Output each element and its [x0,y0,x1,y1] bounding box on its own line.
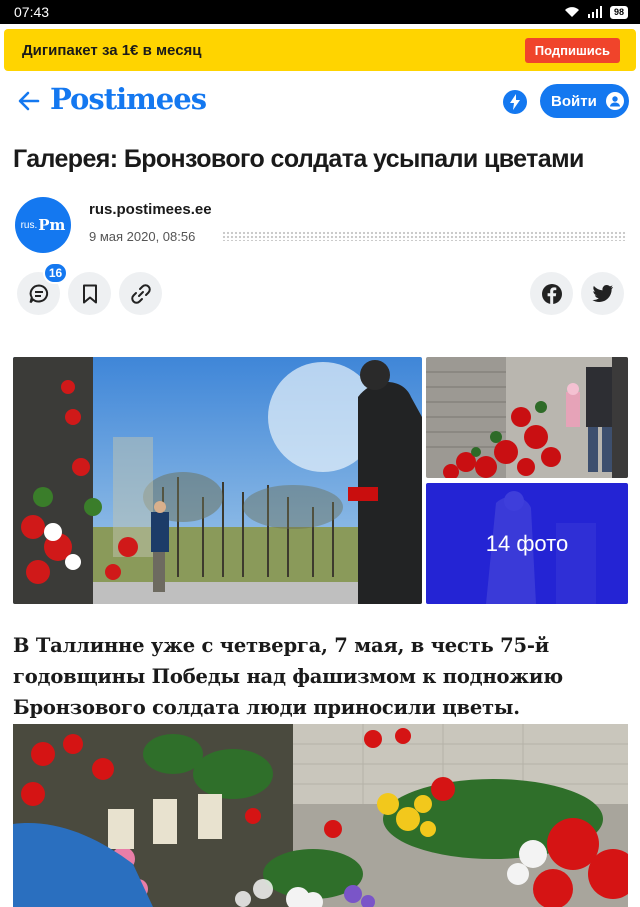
promo-banner[interactable]: Дигипакет за 1€ в месяц Подпишись [4,29,636,71]
article-title: Галерея: Бронзового солдата усыпали цвет… [13,145,584,173]
login-label: Войти [551,92,597,110]
dotted-divider [222,231,627,241]
promo-text: Дигипакет за 1€ в месяц [22,41,202,59]
source-avatar[interactable]: rus. Pm [15,197,71,253]
twitter-share-button[interactable] [581,272,624,315]
link-icon [130,283,151,304]
status-time: 07:43 [14,4,50,20]
login-button[interactable]: Войти [540,84,629,118]
photo-gallery[interactable]: 14 фото [13,357,628,604]
user-icon [605,92,624,110]
gallery-photo-main[interactable] [13,357,422,604]
copy-link-button[interactable] [119,272,162,315]
signal-icon [587,6,602,18]
comment-icon [29,283,48,303]
facebook-share-button[interactable] [530,272,573,315]
article-photo[interactable] [13,724,628,907]
flash-icon [510,94,520,110]
bookmark-button[interactable] [68,272,111,315]
article-photo-image [13,724,628,907]
gallery-photo-secondary-image [426,357,628,478]
subscribe-button[interactable]: Подпишись [524,37,620,63]
battery-icon: 98 [609,5,628,19]
article-date: 9 мая 2020, 08:56 [89,229,196,244]
site-logo[interactable]: Postimees [50,82,207,116]
site-header: Postimees Войти [0,78,640,126]
twitter-icon [591,284,613,302]
comments-count-badge: 16 [43,262,68,284]
flash-button[interactable] [503,90,527,114]
gallery-more-photos[interactable]: 14 фото [426,483,628,604]
lead-line: годовщины Победы над фашизмом к подножию [13,665,563,688]
status-bar: 07:43 98 [0,0,640,24]
gallery-photo-secondary[interactable] [426,357,628,478]
gallery-photo-main-image [13,357,422,604]
wifi-icon [564,7,579,17]
back-arrow-icon[interactable] [16,88,42,114]
article-source[interactable]: rus.postimees.ee [89,201,212,218]
gallery-count-label: 14 фото [485,530,569,556]
lead-line: Бронзового солдата люди приносили цветы. [13,696,520,719]
bookmark-icon [82,284,97,303]
avatar-mark: Pm [38,216,66,234]
avatar-prefix: rus. [20,219,38,231]
facebook-icon [541,283,562,304]
article-lead: В Таллинне уже с четверга, 7 мая, в чест… [13,630,628,723]
lead-line: В Таллинне уже с четверга, 7 мая, в чест… [13,634,550,657]
